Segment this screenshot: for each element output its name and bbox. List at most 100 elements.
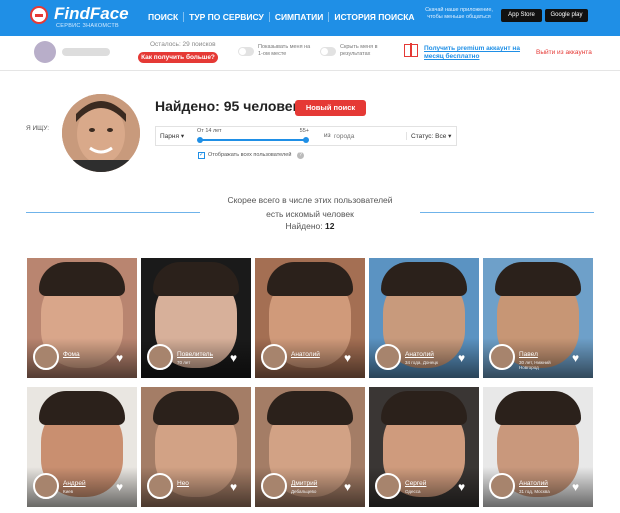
profile-photo-hair: [267, 391, 353, 425]
results-count: Найдено: 12: [200, 221, 420, 231]
user-avatar[interactable]: [34, 41, 56, 63]
hide-me-toggle[interactable]: [320, 47, 336, 56]
result-card[interactable]: Павел 30 лет, Нижний Новгород ♥: [483, 258, 593, 378]
profile-photo-hair: [381, 262, 467, 296]
card-name-link[interactable]: Нео: [177, 480, 189, 487]
findface-logo-icon[interactable]: [30, 6, 48, 24]
heart-icon[interactable]: ♥: [344, 352, 351, 364]
user-name-blurred: [62, 48, 110, 56]
divider-left: [26, 212, 200, 213]
card-avatar[interactable]: [375, 344, 401, 370]
card-avatar[interactable]: [261, 473, 287, 499]
heart-icon[interactable]: ♥: [116, 352, 123, 364]
card-details: Дебальцево: [291, 489, 317, 494]
nav-likes[interactable]: СИМПАТИИ: [270, 12, 330, 22]
search-filters: Парня ▾ От 14 лет 55+ из Статус: Все ▾: [155, 126, 457, 146]
show-all-label: Отображать всех пользователей: [208, 152, 292, 158]
result-card[interactable]: Фома ♥: [27, 258, 137, 378]
get-more-searches-button[interactable]: Как получить больше?: [138, 52, 218, 63]
results-count-value: 12: [325, 221, 335, 231]
hide-me-label: Скрыть меня в результатах: [340, 44, 378, 57]
show-all-checkbox[interactable]: ✓: [198, 152, 205, 159]
brand-title[interactable]: FindFace: [54, 4, 129, 24]
card-avatar[interactable]: [375, 473, 401, 499]
brand-tagline: СЕРВИС ЗНАКОМСТВ: [56, 23, 120, 29]
age-max-label: 55+: [299, 128, 309, 134]
card-avatar[interactable]: [489, 344, 515, 370]
profile-photo-hair: [495, 262, 581, 296]
search-photo-face: [62, 94, 140, 172]
card-avatar[interactable]: [33, 344, 59, 370]
result-card[interactable]: Анатолий 31 год, Москва ♥: [483, 387, 593, 507]
heart-icon[interactable]: ♥: [572, 352, 579, 364]
search-photo: [62, 94, 140, 172]
nav-search[interactable]: ПОИСК: [143, 12, 185, 22]
found-count-title: Найдено: 95 человек: [155, 98, 300, 114]
age-max-handle[interactable]: [303, 137, 309, 143]
show-me-first-label: Показывать меня на 1-ом месте: [258, 44, 311, 57]
apps-note: Скачай наше приложение, чтобы меньше общ…: [425, 7, 493, 20]
gender-select[interactable]: Парня ▾: [160, 132, 184, 140]
profile-photo-hair: [495, 391, 581, 425]
card-name-link[interactable]: Павел: [519, 351, 538, 358]
nav-tour[interactable]: ТУР ПО СЕРВИСУ: [184, 12, 270, 22]
card-avatar[interactable]: [261, 344, 287, 370]
heart-icon[interactable]: ♥: [230, 352, 237, 364]
profile-photo-hair: [267, 262, 353, 296]
card-avatar[interactable]: [489, 473, 515, 499]
result-card[interactable]: Повелитель 70 лет ♥: [141, 258, 251, 378]
results-heading: Скорее всего в числе этих пользователей …: [200, 193, 420, 221]
main-nav: ПОИСК ТУР ПО СЕРВИСУ СИМПАТИИ ИСТОРИЯ ПО…: [143, 12, 420, 22]
heart-icon[interactable]: ♥: [344, 481, 351, 493]
card-name-link[interactable]: Анатолий: [519, 480, 548, 487]
card-name-link[interactable]: Анатолий: [291, 351, 320, 358]
card-name-link[interactable]: Сергей: [405, 480, 426, 487]
card-avatar[interactable]: [33, 473, 59, 499]
heart-icon[interactable]: ♥: [458, 481, 465, 493]
card-name-link[interactable]: Анатолий: [405, 351, 434, 358]
heart-icon[interactable]: ♥: [230, 481, 237, 493]
heart-icon[interactable]: ♥: [458, 352, 465, 364]
gift-icon: [404, 43, 418, 57]
card-details: Одесса: [405, 489, 421, 494]
card-name-link[interactable]: Фома: [63, 351, 80, 358]
card-avatar[interactable]: [147, 473, 173, 499]
card-name-link[interactable]: Андрей: [63, 480, 86, 487]
heart-icon[interactable]: ♥: [572, 481, 579, 493]
card-name-link[interactable]: Повелитель: [177, 351, 213, 358]
google-play-button[interactable]: Google play: [545, 9, 588, 22]
nav-history[interactable]: ИСТОРИЯ ПОИСКА: [329, 12, 419, 22]
premium-link[interactable]: Получить premium аккаунт на месяц беспла…: [424, 45, 524, 61]
result-card[interactable]: Нео ♥: [141, 387, 251, 507]
result-card[interactable]: Сергей Одесса ♥: [369, 387, 479, 507]
account-bar: Осталось: 29 поисков Как получить больше…: [0, 36, 620, 71]
new-search-button[interactable]: Новый поиск: [295, 100, 366, 116]
age-slider-track[interactable]: [199, 139, 307, 141]
card-details: 31 год, Москва: [519, 489, 550, 494]
logout-link[interactable]: Выйти из аккаунта: [536, 49, 592, 56]
age-min-handle[interactable]: [197, 137, 203, 143]
profile-photo-hair: [39, 391, 125, 425]
result-card[interactable]: Анатолий 34 года, Донецк ♥: [369, 258, 479, 378]
profile-photo-hair: [153, 262, 239, 296]
results-line-1: Скорее всего в числе этих пользователей: [227, 195, 393, 205]
card-name-link[interactable]: Дмитрий: [291, 480, 317, 487]
heart-icon[interactable]: ♥: [116, 481, 123, 493]
help-icon[interactable]: ?: [297, 152, 304, 159]
card-details: 70 лет: [177, 360, 191, 365]
result-card[interactable]: Дмитрий Дебальцево ♥: [255, 387, 365, 507]
status-select[interactable]: Статус: Все ▾: [406, 132, 451, 140]
result-card[interactable]: Андрей Киев ♥: [27, 387, 137, 507]
appstore-button[interactable]: App Store: [501, 9, 542, 22]
card-details: 34 года, Донецк: [405, 360, 438, 365]
searches-left: Осталось: 29 поисков: [150, 41, 216, 48]
results-grid: Фома ♥ Повелитель 70 лет ♥ Анатолий ♥ Анатолий 3…: [27, 258, 593, 508]
top-bar: FindFace СЕРВИС ЗНАКОМСТВ ПОИСК ТУР ПО С…: [0, 0, 620, 36]
show-me-first-toggle[interactable]: [238, 47, 254, 56]
result-card[interactable]: Анатолий ♥: [255, 258, 365, 378]
card-avatar[interactable]: [147, 344, 173, 370]
looking-for-label: Я ИЩУ:: [26, 125, 50, 132]
card-details: 30 лет, Нижний Новгород: [519, 360, 551, 370]
profile-photo-hair: [39, 262, 125, 296]
city-input[interactable]: [334, 130, 400, 142]
